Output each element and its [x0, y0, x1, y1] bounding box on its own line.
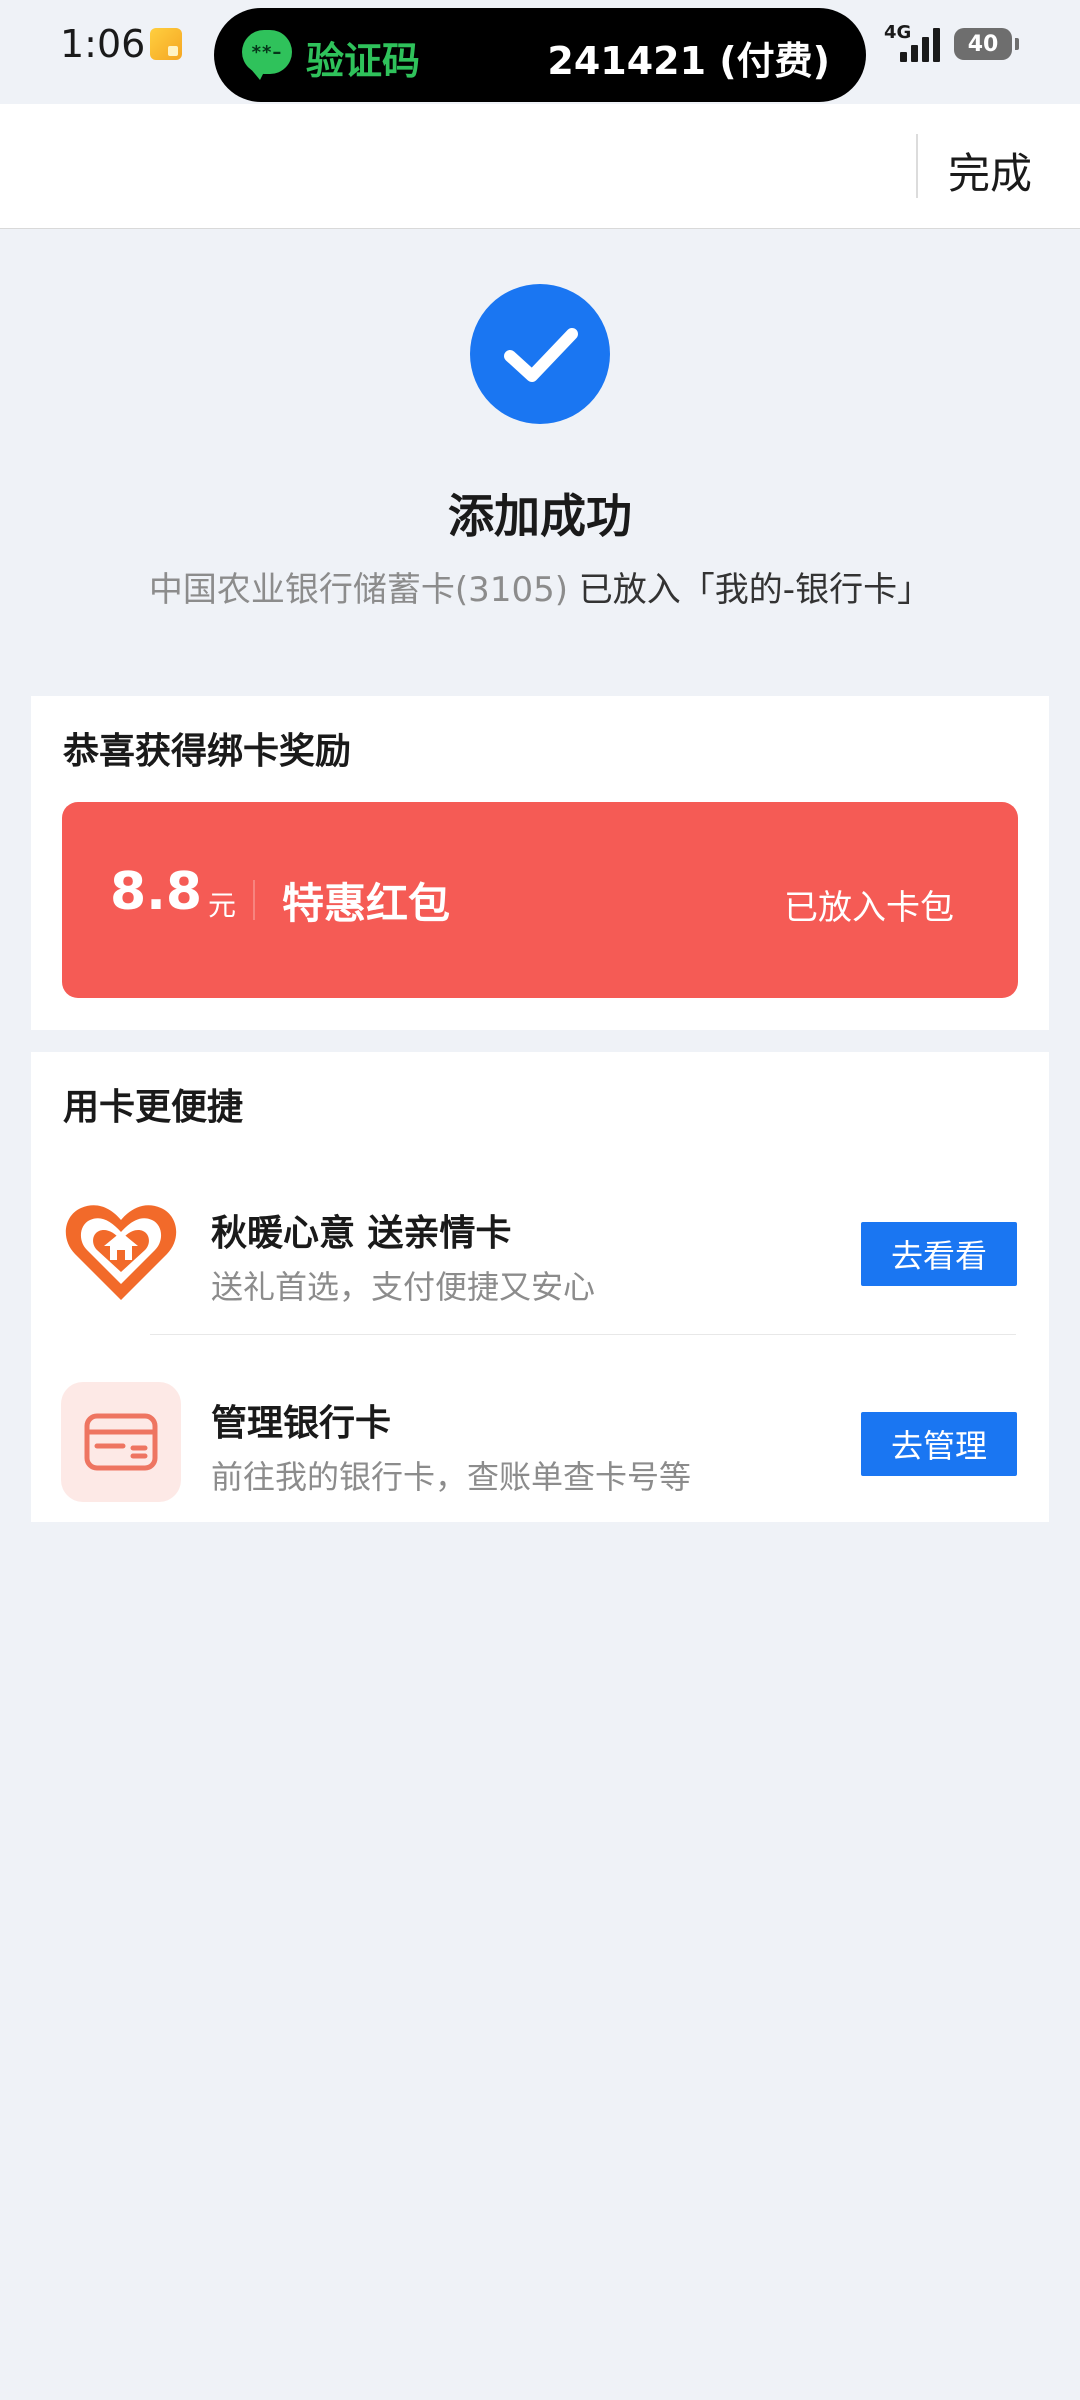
battery-level: 40 [967, 31, 999, 57]
status-bar: 1:06 **– 验证码 241421 (付费) 4G 40 [0, 0, 1080, 104]
sms-code: 241421 (付费) [547, 39, 830, 83]
battery-icon: 40 [954, 28, 1019, 60]
top-bar: 完成 [0, 104, 1080, 229]
sms-title: 验证码 [306, 39, 421, 83]
success-subtitle: 中国农业银行储蓄卡(3105) 已放入「我的-银行卡」 [0, 562, 1080, 611]
signal-icon [900, 28, 942, 62]
manage-cards-desc: 前往我的银行卡，查账单查卡号等 [211, 1458, 692, 1496]
message-icon: **– [242, 30, 292, 80]
manage-cards-button[interactable]: 去管理 [861, 1412, 1017, 1476]
reward-section-title: 恭喜获得绑卡奖励 [63, 731, 352, 772]
family-card-desc: 送礼首选，支付便捷又安心 [211, 1268, 596, 1306]
bank-card-name: 中国农业银行储蓄卡(3105) [148, 570, 568, 610]
coupon-name: 特惠红包 [282, 879, 451, 928]
success-title: 添加成功 [448, 489, 632, 543]
notes-app-icon [150, 28, 182, 60]
sms-notification-pill[interactable]: **– 验证码 241421 (付费) [214, 8, 866, 102]
view-family-card-button[interactable]: 去看看 [861, 1222, 1017, 1286]
family-card-title: 秋暖心意 送亲情卡 [211, 1213, 512, 1254]
success-check-icon [470, 284, 610, 424]
quick-section-title: 用卡更便捷 [63, 1087, 244, 1128]
coupon-status: 已放入卡包 [784, 888, 954, 928]
bank-card-icon [61, 1382, 181, 1502]
quick-actions-card: 用卡更便捷 秋暖心意 送亲情卡 送礼首选，支付便捷又安心 去看看 管理银行卡 前… [31, 1052, 1049, 1522]
header-divider [916, 134, 918, 198]
list-item-family-card[interactable]: 秋暖心意 送亲情卡 送礼首选，支付便捷又安心 去看看 [31, 1162, 1049, 1342]
coupon-unit: 元 [208, 889, 237, 922]
coupon-divider [253, 880, 255, 920]
reward-card: 恭喜获得绑卡奖励 8.8 元 特惠红包 已放入卡包 [31, 696, 1049, 1030]
list-divider [150, 1334, 1016, 1335]
heart-house-icon [61, 1192, 181, 1312]
manage-cards-title: 管理银行卡 [211, 1403, 392, 1444]
card-destination: 已放入「我的-银行卡」 [578, 570, 932, 610]
list-item-manage-cards[interactable]: 管理银行卡 前往我的银行卡，查账单查卡号等 去管理 [31, 1352, 1049, 1532]
coupon-amount: 8.8 [110, 862, 203, 922]
red-packet-coupon[interactable]: 8.8 元 特惠红包 已放入卡包 [62, 802, 1018, 998]
status-time: 1:06 [60, 22, 146, 66]
done-button[interactable]: 完成 [948, 140, 1032, 201]
